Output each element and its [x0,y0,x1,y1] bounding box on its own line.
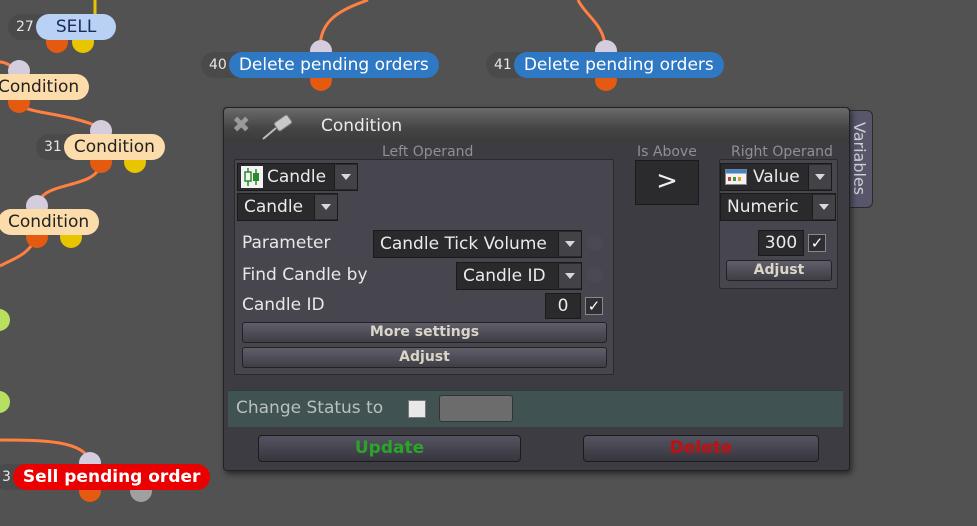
candle-id-checkbox[interactable]: ✓ [585,297,603,315]
candle-id-label: Candle ID [242,295,325,315]
node-label: Condition [0,74,90,100]
operator-heading: Is Above [637,144,697,160]
change-status-label: Change Status to [236,398,384,418]
node-sell-pending-order[interactable]: 3 Sell pending order [0,464,211,490]
find-candle-by-label: Find Candle by [242,265,368,285]
node-label: Condition [63,134,165,160]
status-color-picker[interactable] [439,395,513,422]
candle-id-input[interactable]: 0 [545,293,581,319]
right-value-checkbox[interactable]: ✓ [808,234,826,252]
find-candle-by-toggle[interactable] [587,267,603,283]
left-subtype-combo[interactable]: Candle [237,193,338,221]
right-subtype-combo[interactable]: Numeric [720,193,836,221]
right-type-combo[interactable]: Value [720,163,832,191]
parameter-value: Candle Tick Volume [380,234,547,254]
find-candle-by-combo[interactable]: Candle ID [456,262,582,290]
more-settings-button[interactable]: More settings [242,322,607,343]
right-value-input[interactable]: 300 [758,230,804,256]
candlestick-icon [241,166,263,188]
change-status-checkbox[interactable] [408,400,426,418]
operator-button[interactable]: > [635,160,699,205]
chevron-down-icon[interactable] [812,195,835,219]
value-icon [725,169,747,185]
chevron-down-icon[interactable] [314,195,337,219]
node-condition[interactable]: Condition [0,209,100,235]
chevron-down-icon[interactable] [558,232,581,256]
pin-icon[interactable] [260,112,296,142]
left-adjust-button[interactable]: Adjust [242,347,607,368]
node-label: Sell pending order [12,464,211,490]
node-label: SELL [35,14,117,40]
node-condition[interactable]: Condition [0,74,90,100]
left-type-combo[interactable]: Candle [237,163,358,191]
left-operand-heading: Left Operand [382,144,474,160]
update-button[interactable]: Update [258,435,521,462]
node-label: Delete pending orders [228,52,439,78]
node-delete-pending-orders[interactable]: 41 Delete pending orders [486,52,724,78]
close-icon[interactable]: ✖ [232,115,254,137]
right-adjust-button[interactable]: Adjust [726,260,832,281]
variables-tab[interactable]: Variables [846,110,873,208]
node-delete-pending-orders[interactable]: 40 Delete pending orders [201,52,439,78]
dialog-title: Condition [321,116,403,136]
left-subtype-value: Candle [244,197,304,217]
right-subtype-value: Numeric [727,197,799,217]
chevron-down-icon[interactable] [334,165,357,189]
change-status-row: Change Status to [228,390,843,427]
node-condition[interactable]: 31 Condition [36,134,165,160]
chevron-down-icon[interactable] [558,264,581,288]
left-type-value: Candle [267,167,327,187]
find-candle-by-value: Candle ID [463,266,546,286]
node-label: Delete pending orders [513,52,724,78]
node-sell[interactable]: 27 SELL [8,14,117,40]
dialog-titlebar[interactable]: ✖ Condition [224,108,849,142]
chevron-down-icon[interactable] [808,165,831,189]
right-type-value: Value [753,167,800,187]
parameter-label: Parameter [242,233,331,253]
parameter-combo[interactable]: Candle Tick Volume [373,230,582,258]
right-operand-heading: Right Operand [731,144,833,160]
node-label: Condition [0,209,100,235]
parameter-toggle[interactable] [587,235,603,251]
delete-button[interactable]: Delete [583,435,819,462]
